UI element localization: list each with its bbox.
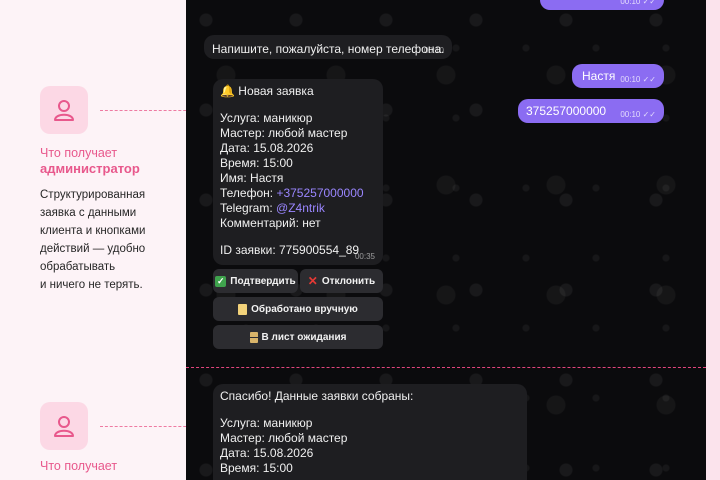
request-header: 🔔 Новая заявка <box>220 84 314 98</box>
manual-button[interactable]: Обработано вручную <box>213 297 383 321</box>
outgoing-message: 00:10 ✓✓ <box>540 0 664 10</box>
thanks-service: Услуга: маникюр <box>220 416 313 430</box>
user-icon <box>40 86 88 134</box>
section-description: Структурированная заявка с данными клиен… <box>40 186 180 294</box>
reject-button[interactable]: ✕ Отклонить <box>300 269 383 293</box>
cross-icon: ✕ <box>307 274 318 288</box>
request-comment: Комментарий: нет <box>220 216 321 230</box>
section-title-line1: Что получает <box>40 459 118 473</box>
outgoing-message: Настя 00:10 ✓✓ <box>572 64 664 88</box>
desc-line: и ничего не терять. <box>40 279 143 291</box>
telegram-link[interactable]: @Z4ntrik <box>276 201 325 215</box>
section-title: Что получает администратор <box>40 145 140 177</box>
confirm-button[interactable]: ✓ Подтвердить <box>213 269 298 293</box>
message-time: 00:10 <box>423 46 444 55</box>
section-title-line2: администратор <box>40 161 140 176</box>
message-time: 00:10 ✓✓ <box>620 110 656 119</box>
message-text: Настя <box>582 69 616 83</box>
chat-window[interactable]: 00:10 ✓✓ Напишите, пожалуйста, номер тел… <box>186 0 706 480</box>
new-request-message: 🔔 Новая заявка Услуга: маникюр Мастер: л… <box>213 79 383 265</box>
request-service: Услуга: маникюр <box>220 111 313 125</box>
message-time: 00:10 ✓✓ <box>620 75 656 84</box>
desc-line: обрабатывать <box>40 261 116 273</box>
outgoing-message: 375257000000 00:10 ✓✓ <box>518 99 664 123</box>
request-name: Имя: Настя <box>220 171 284 185</box>
connector-line <box>100 110 196 111</box>
memo-icon <box>238 303 248 315</box>
request-phone: Телефон: +375257000000 <box>220 186 364 200</box>
waitlist-button[interactable]: В лист ожидания <box>213 325 383 349</box>
hourglass-icon <box>249 331 258 343</box>
desc-line: заявка с данными <box>40 207 137 219</box>
thanks-message: Спасибо! Данные заявки собраны: Услуга: … <box>213 384 527 480</box>
incoming-message: Напишите, пожалуйста, номер телефона. 00… <box>204 35 452 59</box>
message-text: 375257000000 <box>526 104 607 118</box>
thanks-date: Дата: 15.08.2026 <box>220 446 314 460</box>
request-telegram: Telegram: @Z4ntrik <box>220 201 325 215</box>
desc-line: Структурированная <box>40 189 146 201</box>
section-divider <box>186 367 706 368</box>
section-title-line1: Что получает <box>40 146 118 160</box>
request-id: ID заявки: 775900554_89 <box>220 243 360 257</box>
message-time: 00:10 ✓✓ <box>620 0 656 6</box>
thanks-master: Мастер: любой мастер <box>220 431 348 445</box>
request-time: Время: 15:00 <box>220 156 293 170</box>
section-title: Что получает <box>40 458 117 474</box>
user-icon <box>40 402 88 450</box>
bell-icon: 🔔 <box>220 84 235 98</box>
check-icon: ✓ <box>215 275 227 287</box>
connector-line <box>100 426 196 427</box>
right-margin <box>706 0 720 480</box>
desc-line: действий — удобно <box>40 243 146 255</box>
thanks-time: Время: 15:00 <box>220 461 293 475</box>
request-master: Мастер: любой мастер <box>220 126 348 140</box>
thanks-header: Спасибо! Данные заявки собраны: <box>220 389 414 403</box>
desc-line: клиента и кнопками <box>40 225 146 237</box>
phone-link[interactable]: +375257000000 <box>276 186 363 200</box>
message-time: 00:35 <box>354 252 375 261</box>
message-text: Напишите, пожалуйста, номер телефона. <box>212 42 445 56</box>
request-date: Дата: 15.08.2026 <box>220 141 314 155</box>
